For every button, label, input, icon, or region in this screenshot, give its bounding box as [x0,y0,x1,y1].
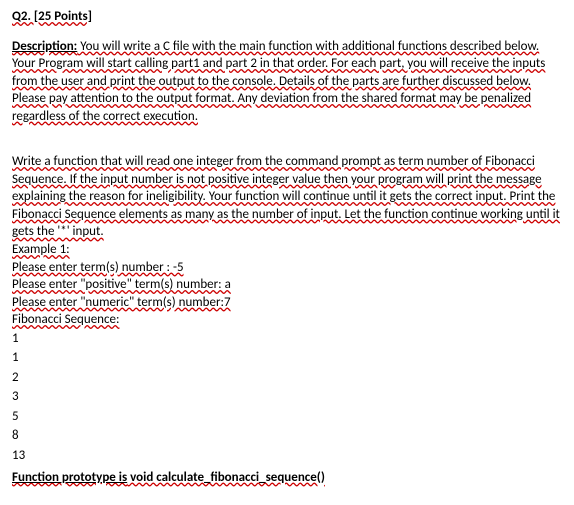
seq-value: 5 [12,407,562,427]
sequence-label: Fibonacci Sequence: [12,311,562,329]
seq-value: 2 [12,368,562,388]
seq-value: 1 [12,329,562,349]
seq-value: 13 [12,446,562,466]
function-prototype: Function prototype is void calculate_fib… [12,469,562,487]
seq-value: 3 [12,387,562,407]
question-header: Q2. [25 Points] [12,8,562,26]
example-line-3: Please enter "numeric" term(s) number:7 [12,294,562,312]
description-label: Description: [12,39,77,54]
description-text: You will write a C file with the main fu… [12,39,545,124]
seq-value: 1 [12,348,562,368]
description-paragraph: Description: You will write a C file wit… [12,38,562,126]
instruction-paragraph: Write a function that will read one inte… [12,153,562,241]
example-line-1: Please enter term(s) number : -5 [12,259,562,277]
prototype-label: Function prototype is [12,470,127,485]
example-line-2: Please enter "positive" term(s) number: … [12,276,562,294]
prototype-value: void calculate_fibonacci_sequence() [127,470,325,485]
example-title: Example 1: [12,241,562,259]
seq-value: 8 [12,426,562,446]
